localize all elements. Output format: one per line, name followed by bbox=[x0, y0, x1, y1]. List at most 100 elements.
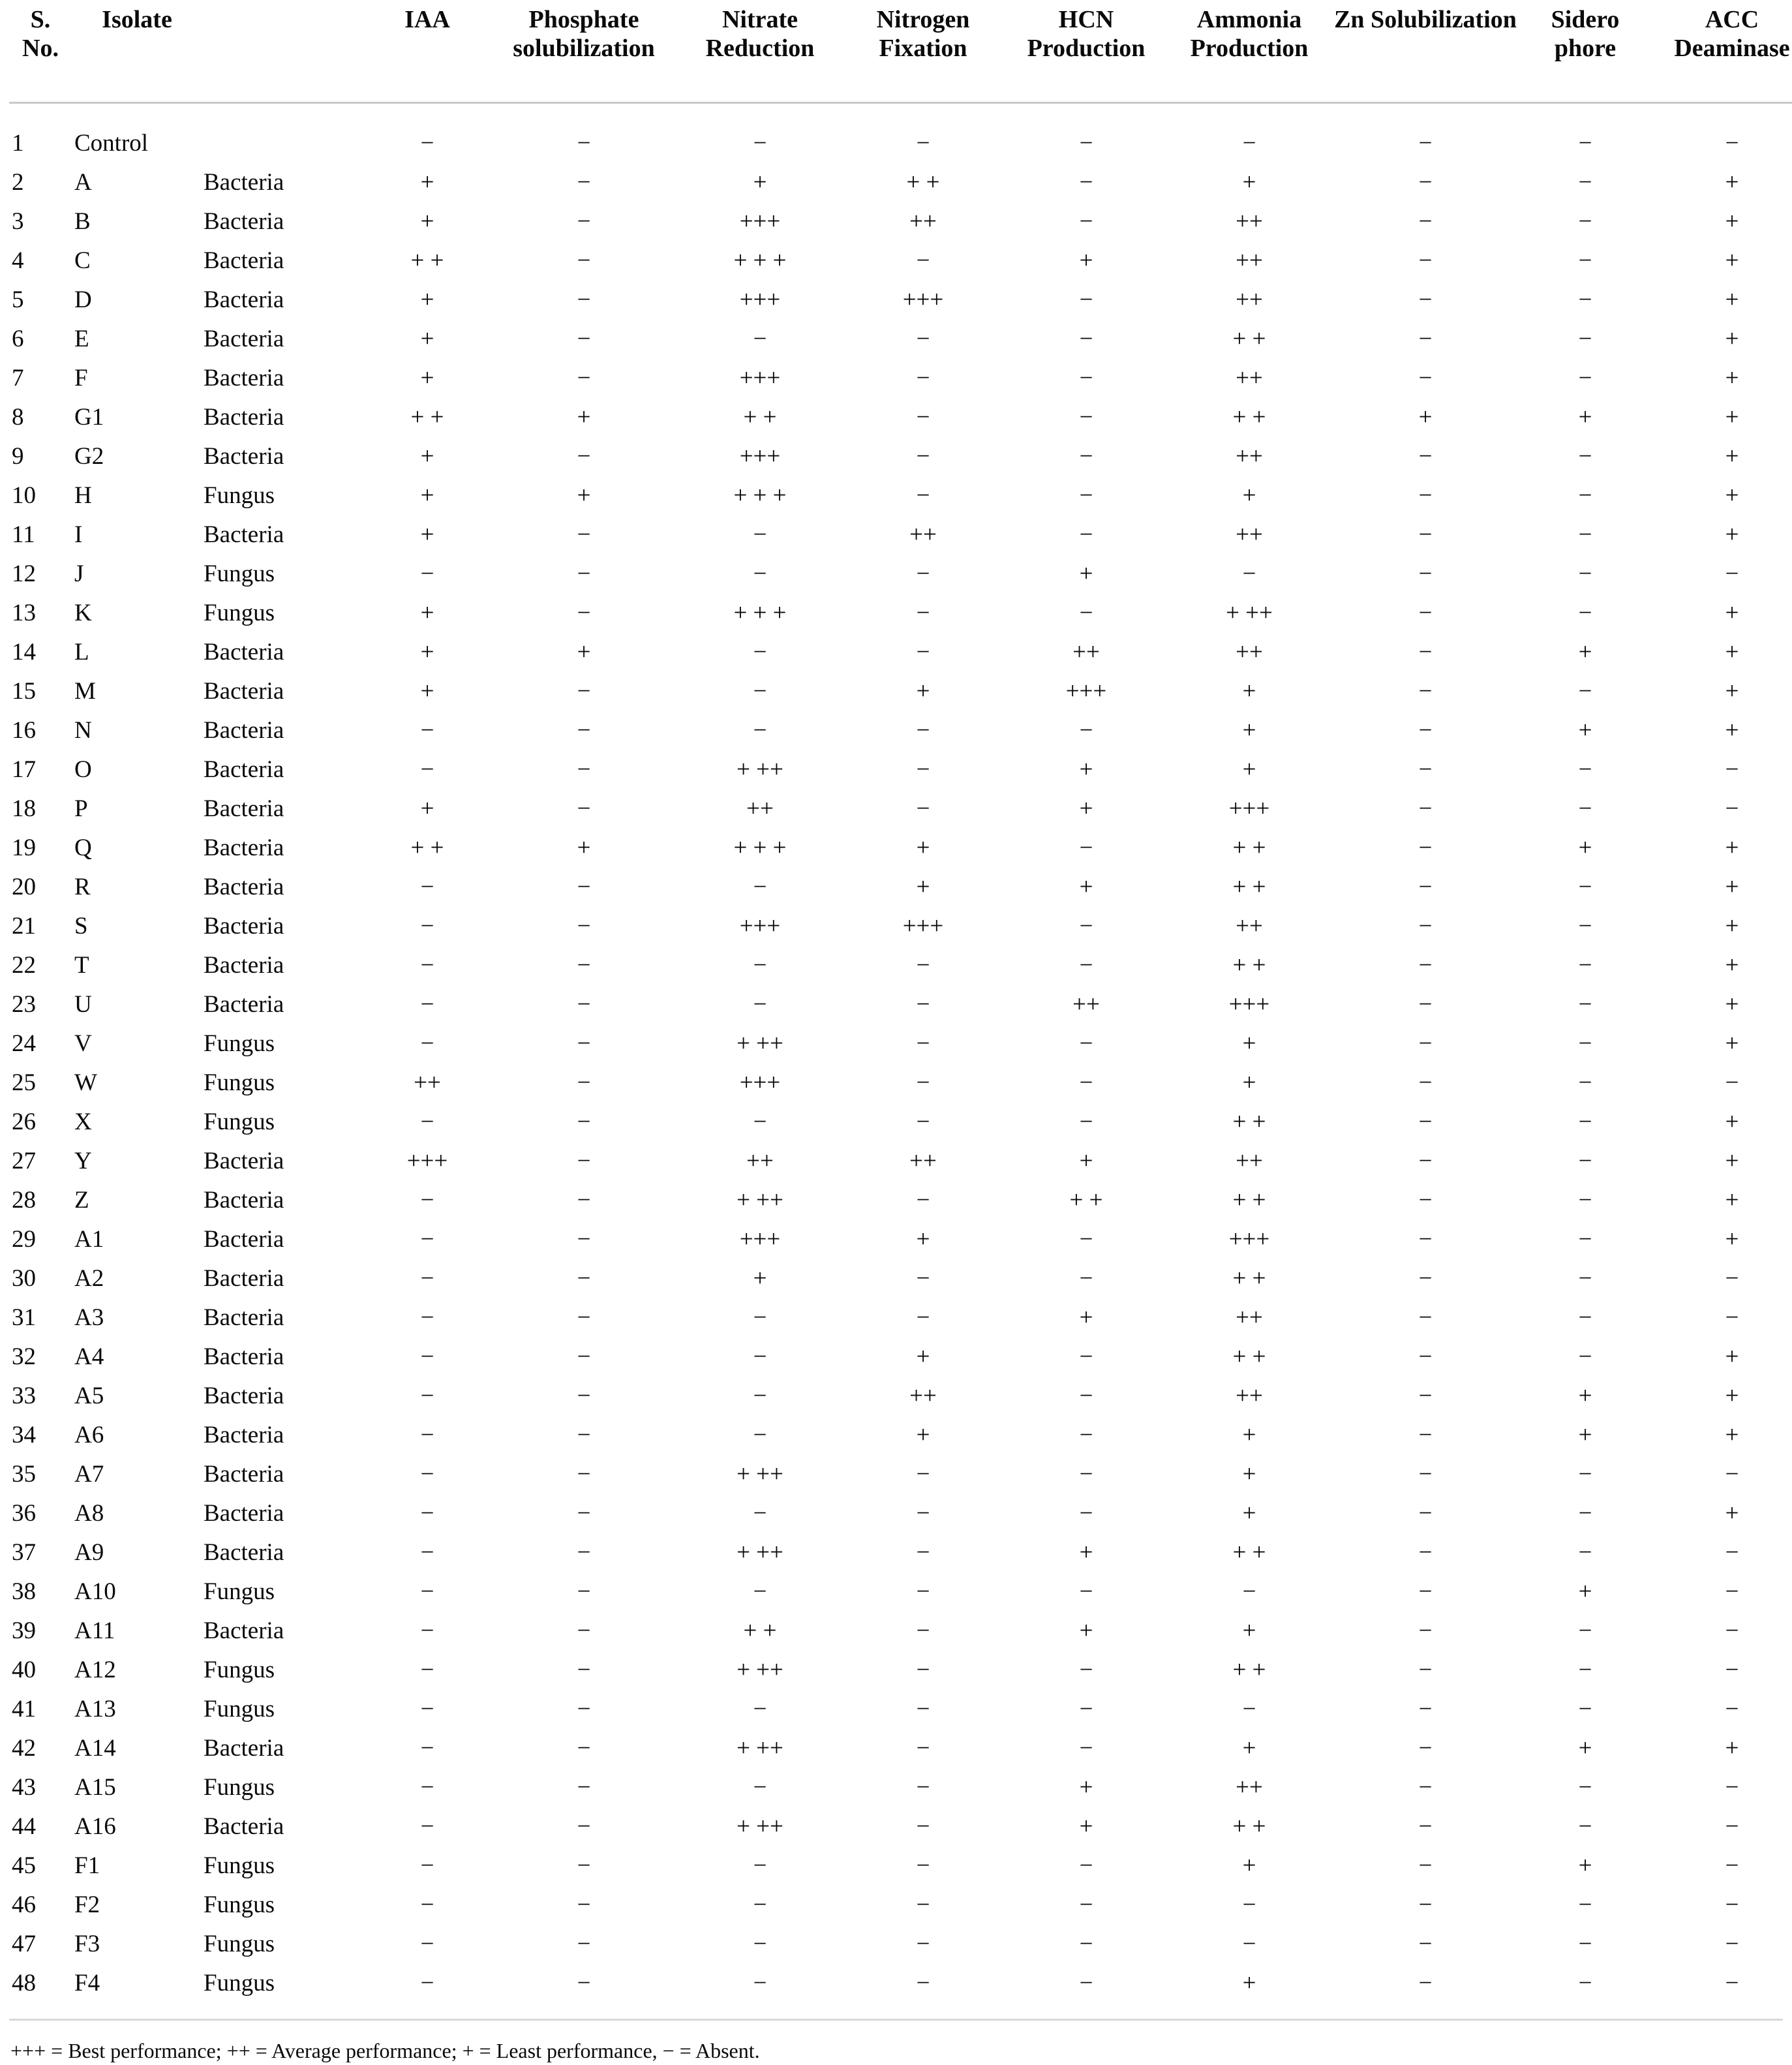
cell-nfix: + bbox=[916, 1421, 930, 1448]
cell-sno: 44 bbox=[12, 1813, 36, 1840]
cell-type: Bacteria bbox=[204, 1499, 284, 1527]
table-row: 13KFungus+−+ + +−−+ ++−−+− bbox=[9, 594, 1792, 633]
cell-iaa: − bbox=[420, 1969, 434, 1996]
cell-hcn: − bbox=[1079, 129, 1093, 157]
cell-sid: − bbox=[1578, 247, 1592, 274]
cell-phos: − bbox=[577, 1304, 591, 1331]
cell-isolate: I bbox=[74, 521, 83, 548]
cell-sid: − bbox=[1578, 1813, 1592, 1840]
cell-isolate: X bbox=[74, 1108, 92, 1135]
cell-amm: + + bbox=[1232, 834, 1266, 861]
cell-iaa: − bbox=[420, 756, 434, 783]
cell-sno: 48 bbox=[12, 1969, 36, 1996]
table-row: 24VFungus−−+ ++−−+−−+− bbox=[9, 1024, 1792, 1063]
cell-hcn: − bbox=[1079, 442, 1093, 470]
cell-nfix: − bbox=[916, 951, 930, 979]
cell-sno: 35 bbox=[12, 1460, 36, 1488]
cell-isolate: A7 bbox=[74, 1460, 104, 1488]
cell-hcn: − bbox=[1079, 521, 1093, 548]
cell-sno: 18 bbox=[12, 795, 36, 822]
table-row: 43A15Fungus−−−−+++−−−− bbox=[9, 1768, 1792, 1807]
cell-sid: − bbox=[1578, 1773, 1592, 1801]
cell-isolate: A14 bbox=[74, 1734, 116, 1762]
cell-amm: + bbox=[1242, 756, 1256, 783]
cell-type: Bacteria bbox=[204, 1186, 284, 1214]
cell-nitrate: + + + bbox=[733, 482, 787, 509]
cell-isolate: T bbox=[74, 951, 89, 979]
cell-type: Bacteria bbox=[204, 990, 284, 1018]
cell-isolate: K bbox=[74, 599, 92, 626]
cell-nfix: − bbox=[916, 1969, 930, 1996]
cell-type: Bacteria bbox=[204, 1734, 284, 1762]
table-row: 3BBacteria+−+++++−++−−+− bbox=[9, 202, 1792, 241]
cell-iaa: − bbox=[420, 1343, 434, 1370]
cell-nitrate: +++ bbox=[739, 1225, 781, 1253]
cell-zn: − bbox=[1418, 1264, 1433, 1292]
cell-isolate: A2 bbox=[74, 1264, 104, 1292]
cell-nfix: − bbox=[916, 560, 930, 587]
cell-hcn: − bbox=[1079, 1264, 1093, 1292]
cell-nfix: − bbox=[916, 1538, 930, 1566]
cell-sid: − bbox=[1578, 1225, 1592, 1253]
cell-isolate: Z bbox=[74, 1186, 89, 1214]
cell-hcn: − bbox=[1079, 1069, 1093, 1096]
cell-nitrate: − bbox=[753, 638, 767, 665]
cell-nfix: − bbox=[916, 403, 930, 431]
cell-amm: + bbox=[1242, 1852, 1256, 1879]
cell-type: Bacteria bbox=[204, 168, 284, 196]
cell-nfix: − bbox=[916, 1304, 930, 1331]
cell-sid: − bbox=[1578, 207, 1592, 235]
cell-hcn: ++ bbox=[1072, 638, 1100, 665]
cell-phos: + bbox=[577, 638, 591, 665]
cell-hcn: − bbox=[1079, 482, 1093, 509]
cell-nfix: − bbox=[916, 364, 930, 391]
cell-nfix: − bbox=[916, 1930, 930, 1957]
cell-sno: 13 bbox=[12, 599, 36, 626]
cell-nitrate: + ++ bbox=[737, 1186, 783, 1214]
cell-isolate: A6 bbox=[74, 1421, 104, 1448]
cell-sid: + bbox=[1578, 834, 1592, 861]
cell-amm: + + bbox=[1232, 951, 1266, 979]
cell-iaa: − bbox=[420, 1852, 434, 1879]
cell-sno: 3 bbox=[12, 207, 24, 235]
table-row: 46F2Fungus−−−−−−−−−− bbox=[9, 1886, 1792, 1925]
cell-amm: − bbox=[1242, 1891, 1256, 1918]
table-header: S. No. Isolate IAA Phosphate solubilizat… bbox=[9, 0, 1792, 106]
cell-isolate: S bbox=[74, 912, 88, 940]
cell-phos: − bbox=[577, 677, 591, 705]
cell-sno: 45 bbox=[12, 1852, 36, 1879]
cell-type: Fungus bbox=[204, 1030, 275, 1057]
table-row: 36A8Bacteria−−−−−+−−+− bbox=[9, 1494, 1792, 1533]
table-row: 42A14Bacteria−−+ ++−−+−++− bbox=[9, 1729, 1792, 1768]
cell-hcn: + bbox=[1079, 247, 1093, 274]
cell-zn: − bbox=[1418, 1499, 1433, 1527]
cell-amm: + + bbox=[1232, 403, 1266, 431]
cell-iaa: − bbox=[420, 1382, 434, 1409]
cell-phos: − bbox=[577, 1695, 591, 1722]
cell-hcn: ++ bbox=[1072, 990, 1100, 1018]
cell-zn: − bbox=[1418, 442, 1433, 470]
cell-iaa: − bbox=[420, 1930, 434, 1957]
cell-hcn: + bbox=[1079, 795, 1093, 822]
cell-amm: + bbox=[1242, 1069, 1256, 1096]
cell-sid: − bbox=[1578, 286, 1592, 313]
cell-acc: − bbox=[1725, 1773, 1739, 1801]
cell-sno: 34 bbox=[12, 1421, 36, 1448]
cell-isolate: J bbox=[74, 560, 84, 587]
cell-nfix: ++ bbox=[909, 207, 937, 235]
cell-amm: + ++ bbox=[1226, 599, 1273, 626]
table-row: 7FBacteria+−+++−−++−−++ bbox=[9, 359, 1792, 398]
cell-acc: − bbox=[1725, 1069, 1739, 1096]
cell-type: Bacteria bbox=[204, 1421, 284, 1448]
cell-phos: − bbox=[577, 1343, 591, 1370]
cell-nfix: − bbox=[916, 1030, 930, 1057]
cell-type: Fungus bbox=[204, 1930, 275, 1957]
table-row: 11IBacteria+−−++−++−−+− bbox=[9, 515, 1792, 555]
cell-acc: − bbox=[1725, 1695, 1739, 1722]
cell-hcn: − bbox=[1079, 1030, 1093, 1057]
cell-phos: − bbox=[577, 1617, 591, 1644]
cell-zn: − bbox=[1418, 1891, 1433, 1918]
cell-iaa: − bbox=[420, 1499, 434, 1527]
table-row: 14LBacteria++−−++++−++− bbox=[9, 633, 1792, 672]
cell-acc: + bbox=[1725, 677, 1739, 705]
